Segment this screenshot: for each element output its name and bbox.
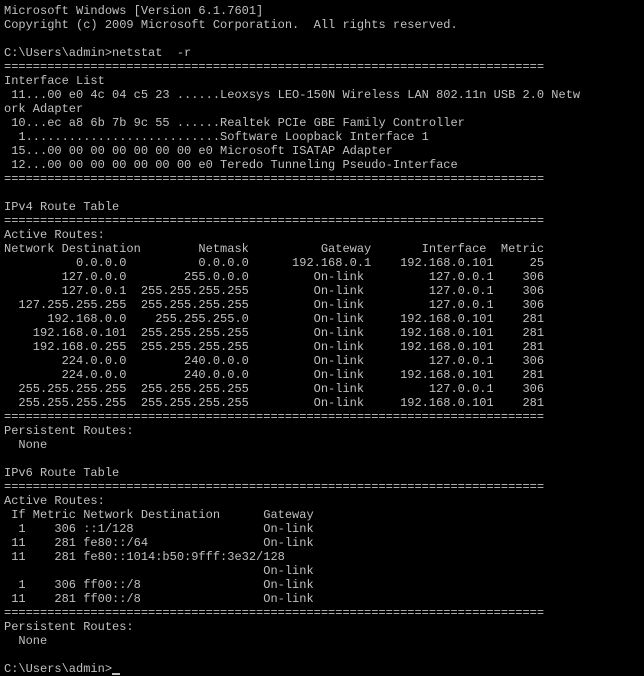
console-output: Microsoft Windows [Version 6.1.7601] Cop… xyxy=(4,4,580,648)
prompt-line: C:\Users\admin> xyxy=(4,662,112,676)
cursor[interactable] xyxy=(112,673,120,675)
